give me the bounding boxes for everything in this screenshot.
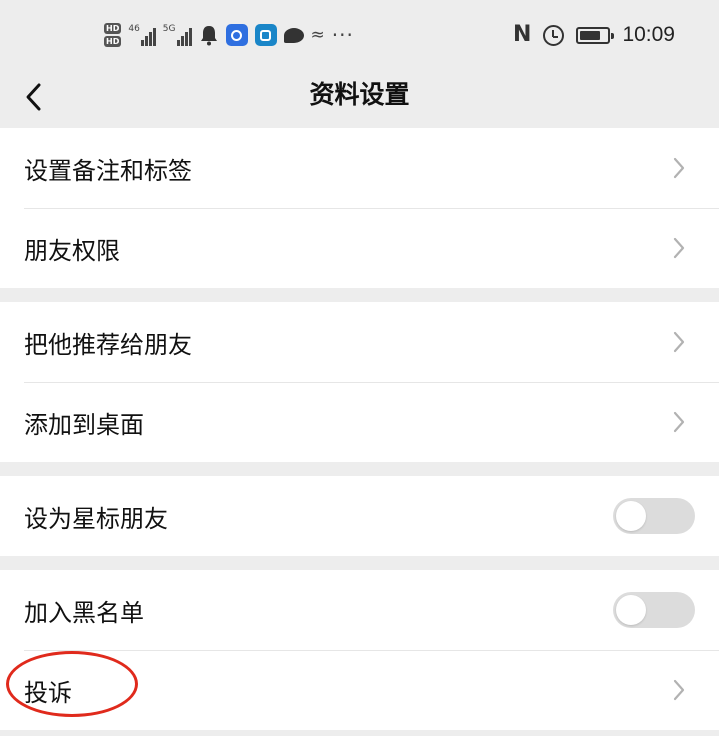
hd-badge: HD [104,36,122,47]
alarm-icon [543,24,565,46]
settings-list: 设置备注和标签 朋友权限 把他推荐给朋友 添加到桌面 设为星标朋友 加入黑名单 … [0,128,719,730]
status-bar-right: N 10:09 [513,18,675,52]
group-divider [0,556,719,570]
group-divider [0,288,719,302]
battery-level [580,30,600,40]
chevron-right-icon [671,678,687,702]
row-label: 投诉 [24,678,72,707]
row-label: 加入黑名单 [24,598,144,627]
hd-icon: HD HD [104,23,122,47]
bell-icon [200,26,217,46]
chat-bubble-icon [283,27,304,43]
row-label: 设为星标朋友 [24,504,168,533]
nfc-icon: N [513,22,532,47]
row-add-to-blacklist: 加入黑名单 [0,570,719,650]
toggle-knob [616,501,646,531]
row-label: 朋友权限 [24,236,120,265]
row-add-to-desktop[interactable]: 添加到桌面 [0,382,719,462]
page-title: 资料设置 [309,80,410,109]
chevron-right-icon [671,410,687,434]
chevron-right-icon [671,156,687,180]
group-divider [0,462,719,476]
network-label: 5G [162,24,176,34]
row-recommend-to-friend[interactable]: 把他推荐给朋友 [0,302,719,382]
row-complain[interactable]: 投诉 [0,650,719,730]
settings-group: 设置备注和标签 朋友权限 [0,128,719,288]
chevron-right-icon [671,236,687,260]
status-bar-left: HD HD 46 5G ≈ ··· [104,18,354,52]
app-blue-icon [225,24,248,46]
battery-icon [576,26,615,44]
row-label: 把他推荐给朋友 [24,330,192,359]
settings-group: 设为星标朋友 [0,476,719,556]
signal-icon: 5G [163,24,192,46]
row-label: 添加到桌面 [24,410,144,439]
row-set-remark-and-tags[interactable]: 设置备注和标签 [0,128,719,208]
more-icon: ··· [331,23,354,47]
app-teal-icon [254,24,277,46]
chevron-right-icon [671,330,687,354]
back-button[interactable] [12,74,56,120]
row-label: 设置备注和标签 [24,156,192,185]
hd-badge: HD [104,23,122,34]
title-bar: 资料设置 [0,70,719,128]
status-time: 10:09 [622,23,675,46]
signal-icon: 46 [128,24,156,46]
chevron-left-icon [26,83,41,111]
network-label: 46 [128,24,140,34]
wifi-off-icon: ≈ [310,25,325,45]
blacklist-toggle[interactable] [613,592,695,628]
row-friend-permissions[interactable]: 朋友权限 [0,208,719,288]
row-star-friend: 设为星标朋友 [0,476,719,556]
star-friend-toggle[interactable] [613,498,695,534]
toggle-knob [616,595,646,625]
settings-group: 把他推荐给朋友 添加到桌面 [0,302,719,462]
status-bar: HD HD 46 5G ≈ ··· N 10:09 [0,0,719,70]
settings-group: 加入黑名单 投诉 [0,570,719,730]
